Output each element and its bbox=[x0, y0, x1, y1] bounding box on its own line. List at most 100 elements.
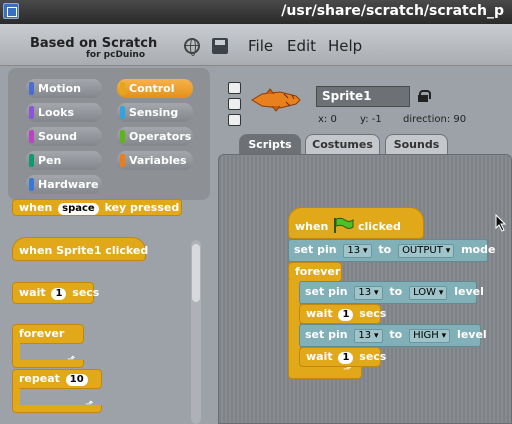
block-text: to bbox=[378, 243, 392, 256]
set-pin-mode-block[interactable]: set pin 13 to OUTPUT mode bbox=[288, 239, 495, 262]
block-text: clicked bbox=[357, 220, 401, 233]
mode-dropdown[interactable]: OUTPUT bbox=[398, 244, 455, 258]
app-logo-subtitle: for pcDuino bbox=[86, 50, 146, 60]
menu-file[interactable]: File bbox=[248, 37, 273, 55]
category-color-swatch bbox=[29, 154, 34, 167]
block-text: when bbox=[19, 201, 53, 214]
c-block-arm bbox=[12, 387, 20, 407]
category-label: Variables bbox=[129, 154, 187, 167]
pin-dropdown[interactable]: 13 bbox=[354, 329, 383, 343]
direction-value: 90 bbox=[453, 114, 467, 125]
tab-costumes[interactable]: Costumes bbox=[305, 134, 380, 154]
y-label: y: bbox=[360, 114, 369, 125]
x-label: x: bbox=[318, 114, 328, 125]
sprite-thumbnail-icon[interactable] bbox=[250, 88, 302, 112]
green-flag-icon bbox=[334, 217, 354, 233]
y-value: -1 bbox=[371, 114, 382, 125]
wait-value-input[interactable]: 1 bbox=[338, 352, 354, 364]
block-text: key pressed bbox=[104, 201, 180, 214]
category-label: Looks bbox=[38, 106, 74, 119]
wait-secs-block[interactable]: wait 1 secs bbox=[299, 304, 386, 324]
category-control[interactable]: Control bbox=[117, 79, 193, 98]
category-color-swatch bbox=[120, 106, 125, 119]
forever-block[interactable]: forever bbox=[288, 262, 342, 282]
direction-readout: direction: 90 bbox=[403, 114, 466, 125]
when-key-pressed-block[interactable]: when space key pressed bbox=[12, 199, 182, 216]
c-block-bottom: ⬏ bbox=[12, 354, 84, 368]
no-rotate-style-icon[interactable] bbox=[228, 114, 241, 126]
block-text: secs bbox=[72, 286, 100, 299]
app-logo: Based on Scratch bbox=[30, 36, 158, 51]
category-looks[interactable]: Looks bbox=[26, 103, 102, 122]
category-operators[interactable]: Operators bbox=[117, 127, 193, 146]
category-color-swatch bbox=[120, 130, 125, 143]
category-label: Pen bbox=[38, 154, 62, 167]
repeat-label: repeat 10 bbox=[12, 369, 102, 389]
category-label: Sound bbox=[38, 130, 78, 143]
tab-sounds[interactable]: Sounds bbox=[385, 134, 448, 154]
category-label: Motion bbox=[38, 82, 81, 95]
when-sprite-clicked-block[interactable]: when Sprite1 clicked bbox=[12, 237, 148, 261]
block-text: when bbox=[295, 220, 329, 233]
flip-style-icon[interactable] bbox=[228, 98, 241, 110]
category-label: Operators bbox=[129, 130, 192, 143]
repeat-block[interactable]: repeat 10 ⬏ bbox=[12, 369, 104, 415]
c-block-bottom: ⬏ bbox=[12, 399, 102, 413]
category-pen[interactable]: Pen bbox=[26, 151, 102, 170]
level-dropdown[interactable]: LOW bbox=[409, 286, 448, 300]
repeat-value-input[interactable]: 10 bbox=[65, 374, 88, 386]
category-hardware[interactable]: Hardware bbox=[26, 175, 102, 194]
level-dropdown[interactable]: HIGH bbox=[409, 329, 451, 343]
pin-dropdown[interactable]: 13 bbox=[343, 244, 372, 258]
forever-block[interactable]: forever ⬏ bbox=[12, 324, 86, 368]
category-color-swatch bbox=[29, 82, 34, 95]
x-coordinate: x: 0 bbox=[318, 114, 337, 125]
category-label: Hardware bbox=[38, 178, 99, 191]
block-text: set pin bbox=[305, 328, 348, 341]
wait-secs-block[interactable]: wait 1 secs bbox=[12, 282, 99, 304]
key-dropdown[interactable]: space bbox=[58, 203, 99, 215]
block-text: wait bbox=[306, 307, 333, 320]
category-sound[interactable]: Sound bbox=[26, 127, 102, 146]
language-globe-icon[interactable] bbox=[184, 38, 200, 56]
category-color-swatch bbox=[29, 106, 34, 119]
set-pin-level-block[interactable]: set pin 13 to HIGH level bbox=[299, 324, 487, 347]
block-text: secs bbox=[359, 307, 387, 320]
block-text: to bbox=[389, 285, 403, 298]
menu-edit[interactable]: Edit bbox=[287, 37, 316, 55]
loop-arrow-icon: ⬏ bbox=[67, 354, 76, 365]
save-disk-icon[interactable] bbox=[212, 38, 228, 54]
block-text: wait bbox=[306, 350, 333, 363]
window-icon[interactable] bbox=[3, 3, 19, 19]
pin-dropdown[interactable]: 13 bbox=[354, 286, 383, 300]
set-pin-level-block[interactable]: set pin 13 to LOW level bbox=[299, 281, 484, 304]
block-text: set pin bbox=[305, 285, 348, 298]
window-title: /usr/share/scratch/scratch_p bbox=[281, 3, 504, 19]
block-text: wait bbox=[19, 286, 46, 299]
category-variables[interactable]: Variables bbox=[117, 151, 193, 170]
when-flag-clicked-block[interactable]: when clicked bbox=[288, 207, 424, 239]
category-label: Control bbox=[129, 82, 175, 95]
category-color-swatch bbox=[120, 154, 125, 167]
wait-secs-block[interactable]: wait 1 secs bbox=[299, 347, 386, 367]
forever-label: forever bbox=[12, 324, 84, 344]
palette-scrollbar-thumb[interactable] bbox=[192, 244, 200, 302]
category-color-swatch bbox=[120, 82, 125, 95]
mouse-cursor-icon bbox=[495, 214, 507, 232]
rotate-style-icon[interactable] bbox=[228, 82, 241, 94]
category-label: Sensing bbox=[129, 106, 179, 119]
direction-label: direction: bbox=[403, 114, 451, 125]
block-text: level bbox=[457, 328, 487, 341]
menu-help[interactable]: Help bbox=[328, 37, 362, 55]
wait-value-input[interactable]: 1 bbox=[51, 288, 67, 300]
category-sensing[interactable]: Sensing bbox=[117, 103, 193, 122]
wait-value-input[interactable]: 1 bbox=[338, 309, 354, 321]
sprite-name-field[interactable]: Sprite1 bbox=[316, 86, 410, 107]
category-color-swatch bbox=[29, 178, 34, 191]
tab-scripts[interactable]: Scripts bbox=[239, 134, 301, 154]
c-block-arm bbox=[12, 342, 20, 362]
lock-icon[interactable] bbox=[418, 90, 431, 102]
block-text: repeat bbox=[19, 372, 60, 385]
block-text: to bbox=[389, 328, 403, 341]
category-motion[interactable]: Motion bbox=[26, 79, 102, 98]
